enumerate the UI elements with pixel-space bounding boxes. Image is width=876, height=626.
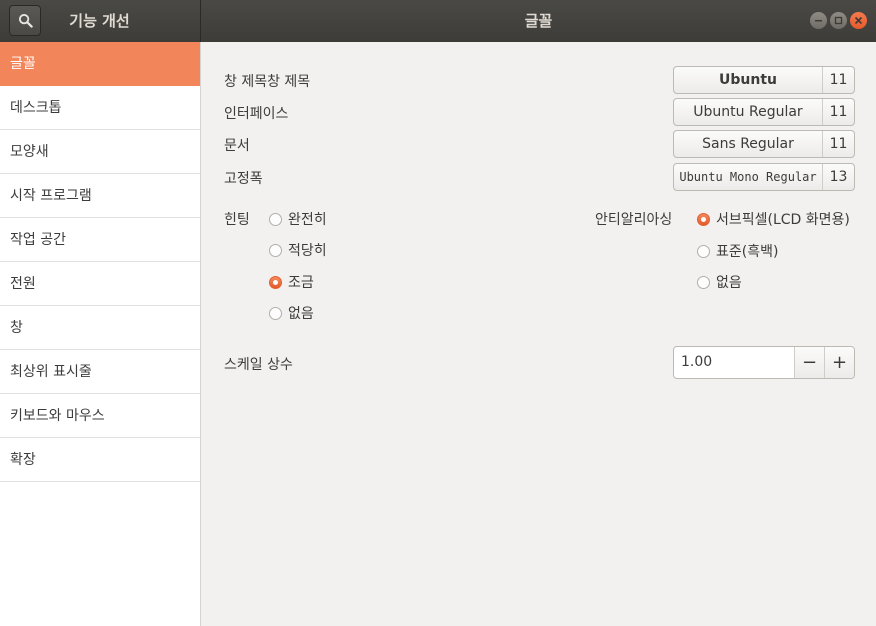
hinting-medium-radio[interactable]: 적당히: [269, 240, 327, 260]
radio-indicator: [697, 275, 710, 289]
hinting-slight-radio[interactable]: 조금: [269, 272, 314, 292]
document-font-label: 문서: [224, 138, 250, 154]
radio-indicator: [269, 212, 282, 226]
page-title: 글꼴: [524, 12, 553, 30]
window-title-font-button[interactable]: Ubuntu 11: [673, 66, 855, 94]
antialiasing-label: 안티알리아싱: [595, 212, 673, 228]
sidebar-item-startup-applications[interactable]: 시작 프로그램: [0, 174, 200, 218]
sidebar-item-keyboard-mouse[interactable]: 키보드와 마우스: [0, 394, 200, 438]
monospace-font-label: 고정폭: [224, 171, 263, 187]
radio-indicator-selected: [269, 275, 282, 289]
search-button[interactable]: [9, 5, 41, 36]
minimize-button[interactable]: [810, 12, 827, 29]
radio-label: 완전히: [288, 212, 327, 228]
antialiasing-subpixel-radio[interactable]: 서브픽셀(LCD 화면용): [697, 209, 850, 229]
sidebar-item-windows[interactable]: 창: [0, 306, 200, 350]
radio-label: 조금: [288, 275, 314, 291]
document-font-size: 11: [829, 136, 848, 152]
interface-font-size: 11: [829, 104, 848, 120]
search-icon: [18, 13, 33, 28]
interface-font-name: Ubuntu Regular: [674, 99, 823, 125]
increase-button[interactable]: +: [824, 347, 854, 378]
decrease-button[interactable]: −: [794, 347, 824, 378]
sidebar-item-extensions[interactable]: 확장: [0, 438, 200, 482]
document-font-button[interactable]: Sans Regular 11: [673, 130, 855, 158]
hinting-none-radio[interactable]: 없음: [269, 303, 314, 323]
radio-indicator-selected: [697, 212, 710, 226]
radio-label: 없음: [716, 275, 742, 291]
monospace-font-size: 13: [829, 169, 848, 185]
antialiasing-none-radio[interactable]: 없음: [697, 272, 742, 292]
radio-label: 서브픽셀(LCD 화면용): [716, 212, 850, 228]
hinting-label: 힌팅: [224, 212, 250, 228]
close-button[interactable]: [850, 12, 867, 29]
scaling-factor-input[interactable]: 1.00: [674, 347, 794, 378]
sidebar-item-desktop[interactable]: 데스크톱: [0, 86, 200, 130]
fonts-panel: 창 제목창 제목 Ubuntu 11 인터페이스 Ubuntu Regular …: [202, 42, 876, 626]
sidebar-header: 기능 개선: [0, 0, 201, 42]
sidebar-item-top-bar[interactable]: 최상위 표시줄: [0, 350, 200, 394]
app-title: 기능 개선: [69, 12, 130, 30]
close-icon: [854, 16, 863, 25]
document-font-name: Sans Regular: [674, 131, 823, 157]
sidebar-item-power[interactable]: 전원: [0, 262, 200, 306]
sidebar-item-fonts[interactable]: 글꼴: [0, 42, 200, 86]
radio-label: 표준(흑백): [716, 244, 779, 260]
header-bar: 기능 개선 글꼴: [0, 0, 876, 42]
scaling-factor-label: 스케일 상수: [224, 357, 293, 373]
radio-label: 적당히: [288, 243, 327, 259]
maximize-icon: [834, 16, 843, 25]
antialiasing-standard-radio[interactable]: 표준(흑백): [697, 241, 778, 261]
monospace-font-button[interactable]: Ubuntu Mono Regular 13: [673, 163, 855, 191]
monospace-font-name: Ubuntu Mono Regular: [674, 164, 823, 190]
window-title-font-name: Ubuntu: [674, 67, 823, 93]
interface-font-label: 인터페이스: [224, 106, 289, 122]
scaling-factor-spinbutton: 1.00 − +: [673, 346, 855, 379]
interface-font-button[interactable]: Ubuntu Regular 11: [673, 98, 855, 126]
content-header: 글꼴: [201, 0, 876, 42]
radio-indicator: [269, 306, 282, 320]
maximize-button[interactable]: [830, 12, 847, 29]
window-title-font-label: 창 제목창 제목: [224, 74, 311, 90]
sidebar-item-appearance[interactable]: 모양새: [0, 130, 200, 174]
sidebar-item-workspaces[interactable]: 작업 공간: [0, 218, 200, 262]
window-title-font-size: 11: [829, 72, 848, 88]
sidebar: 글꼴 데스크톱 모양새 시작 프로그램 작업 공간 전원 창 최상위 표시줄 키…: [0, 42, 201, 626]
radio-label: 없음: [288, 306, 314, 322]
radio-indicator: [697, 244, 710, 258]
hinting-full-radio[interactable]: 완전히: [269, 209, 327, 229]
radio-indicator: [269, 243, 282, 257]
minimize-icon: [815, 20, 822, 22]
